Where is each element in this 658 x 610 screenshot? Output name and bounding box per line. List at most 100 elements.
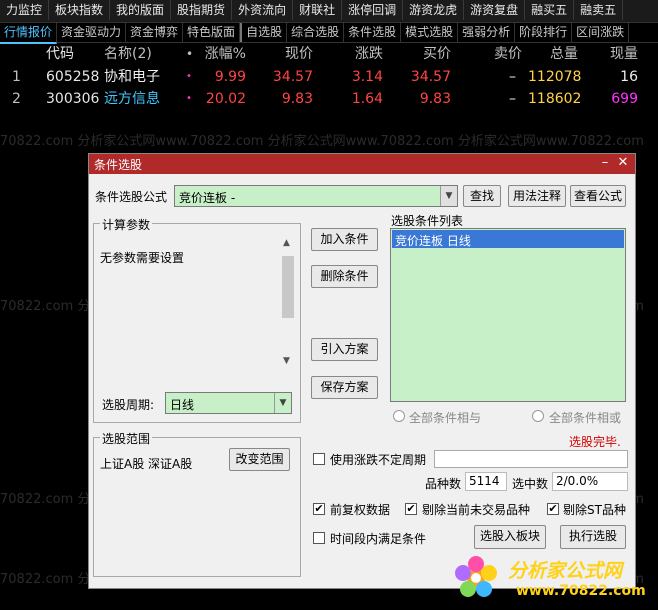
flag-dot: • [186, 71, 192, 82]
table-row[interactable]: 2 300306 远方信息 • 20.02 9.83 1.64 9.83 – 1… [0, 88, 658, 110]
toolbar-btn[interactable]: 股指期货 [171, 0, 233, 20]
usage-notes-button[interactable]: 用法注释 [508, 185, 566, 207]
uncertain-period-checkbox[interactable] [313, 453, 325, 465]
minimize-icon[interactable]: – [597, 155, 613, 171]
exclude-st-label: 剔除ST品种 [563, 503, 626, 517]
col-price[interactable]: 现价 [258, 43, 313, 65]
top-toolbar: 力监控 板块指数 我的版面 股指期货 外资流向 财联社 涨停回调 游资龙虎 游资… [0, 0, 658, 23]
current-volume: 16 [620, 69, 638, 85]
add-condition-button[interactable]: 加入条件 [311, 228, 378, 251]
price: 9.83 [281, 91, 313, 107]
toolbar-btn[interactable]: 游资龙虎 [403, 0, 465, 20]
list-item[interactable]: 竞价连板 日线 [392, 230, 624, 248]
count-label: 品种数 [425, 477, 462, 491]
toolbar-btn[interactable]: 游资复盘 [464, 0, 526, 20]
dialog-title: 条件选股 [94, 158, 143, 172]
range-text: 上证A股 深证A股 [100, 457, 193, 471]
fuquan-checkbox[interactable]: ✔ [313, 503, 325, 515]
delete-condition-button[interactable]: 删除条件 [311, 265, 378, 288]
period-select[interactable]: 日线 ▼ [165, 392, 292, 414]
toolbar-btn[interactable]: 我的版面 [110, 0, 172, 20]
row-number: 2 [12, 91, 21, 107]
change-range-button[interactable]: 改变范围 [229, 448, 290, 471]
period-label: 选股周期: [102, 398, 155, 412]
tab-capital-game[interactable]: 资金博弈 [126, 23, 184, 42]
pct-change: 9.99 [214, 69, 246, 85]
count-value: 5114 [469, 474, 500, 488]
col-name[interactable]: 名称(2) [104, 43, 184, 65]
view-formula-button[interactable]: 查看公式 [570, 185, 626, 207]
condition-select-dialog: 条件选股 – ✕ 条件选股公式 竞价连板 - ▼ 查找 用法注释 查看公式 计算… [88, 153, 636, 589]
formula-select[interactable]: 竞价连板 - ▼ [174, 185, 458, 207]
toolbar-btn[interactable]: 外资流向 [232, 0, 294, 20]
toolbar-btn[interactable]: 板块指数 [49, 0, 111, 20]
scroll-down-icon[interactable]: ▼ [283, 356, 290, 366]
scroll-thumb[interactable] [282, 256, 294, 318]
volume: 118602 [528, 91, 582, 107]
time-cond-checkbox[interactable] [313, 532, 325, 544]
toolbar-btn[interactable]: 财联社 [293, 0, 343, 20]
radio-and[interactable] [393, 410, 405, 422]
tab-quotes[interactable]: 行情报价 [0, 23, 58, 44]
exclude-st-checkbox[interactable]: ✔ [547, 503, 559, 515]
tab-feature-layout[interactable]: 特色版面 [183, 23, 241, 42]
tab-capital-drive[interactable]: 资金驱动力 [57, 23, 127, 42]
chevron-down-icon[interactable]: ▼ [440, 186, 457, 206]
params-scrollbar[interactable]: ▲ ▼ [280, 238, 296, 368]
col-sell[interactable]: 卖价 [472, 43, 522, 65]
col-buy[interactable]: 买价 [398, 43, 451, 65]
logo-brand: 分析家公式网 [508, 560, 623, 582]
tab-range-change[interactable]: 区间涨跌 [572, 23, 630, 42]
toolbar-btn[interactable]: 融卖五 [574, 0, 624, 20]
col-code[interactable]: 代码 [46, 43, 94, 65]
save-plan-button[interactable]: 保存方案 [311, 376, 378, 399]
tab-stage-rank[interactable]: 阶段排行 [515, 23, 573, 42]
col-dot: • [186, 47, 194, 61]
params-title: 计算参数 [100, 216, 153, 233]
tab-condition-select[interactable]: 条件选股 [344, 23, 402, 42]
close-icon[interactable]: ✕ [615, 155, 631, 171]
formula-label: 条件选股公式 [95, 190, 168, 204]
selected-value: 2/0.0% [556, 474, 599, 488]
uncertain-period-label: 使用涨跌不定周期 [330, 453, 427, 467]
bid-price: 34.57 [410, 69, 451, 85]
chevron-down-icon[interactable]: ▼ [274, 393, 291, 413]
col-chg[interactable]: 涨跌 [327, 43, 383, 65]
watermark-text: 70822.com 分析家公式网www.70822.com 分析家公式网www.… [0, 134, 644, 149]
cond-list-title: 选股条件列表 [391, 214, 464, 228]
execute-select-button[interactable]: 执行选股 [560, 525, 626, 549]
selected-box: 2/0.0% [552, 472, 628, 491]
change: 3.14 [351, 69, 383, 85]
col-vol[interactable]: 总量 [528, 43, 578, 65]
count-box: 5114 [465, 472, 507, 491]
volume: 112078 [528, 69, 582, 85]
scroll-up-icon[interactable]: ▲ [283, 238, 290, 248]
tab-combined-select[interactable]: 综合选股 [287, 23, 345, 42]
find-button[interactable]: 查找 [463, 185, 501, 207]
exclude-untraded-checkbox[interactable]: ✔ [405, 503, 417, 515]
condition-list[interactable]: 竞价连板 日线 [390, 228, 626, 402]
col-cur[interactable]: 现量 [602, 43, 638, 65]
current-volume: 699 [611, 91, 638, 107]
flag-dot: • [186, 93, 192, 104]
add-to-block-button[interactable]: 选股入板块 [474, 525, 546, 549]
table-row[interactable]: 1 605258 协和电子 • 9.99 34.57 3.14 34.57 – … [0, 66, 658, 88]
tab-strength-analysis[interactable]: 强弱分析 [458, 23, 516, 42]
condition-item-label: 竞价连板 日线 [395, 234, 471, 248]
import-plan-button[interactable]: 引入方案 [311, 338, 378, 361]
stock-name: 远方信息 [104, 91, 160, 107]
period-input[interactable] [434, 450, 628, 468]
dialog-titlebar[interactable]: 条件选股 – ✕ [89, 154, 635, 174]
params-text: 无参数需要设置 [100, 251, 185, 265]
radio-and-label: 全部条件相与 [409, 411, 482, 425]
col-pct[interactable]: 涨幅% [196, 43, 246, 65]
toolbar-btn[interactable]: 融买五 [525, 0, 575, 20]
ask-price: – [509, 69, 516, 85]
tab-watchlist[interactable]: 自选股 [240, 23, 288, 42]
status-text: 选股完毕. [569, 435, 621, 449]
radio-or[interactable] [532, 410, 544, 422]
toolbar-btn[interactable]: 力监控 [0, 0, 50, 20]
view-tabs: 行情报价 资金驱动力 资金博弈 特色版面 自选股 综合选股 条件选股 模式选股 … [0, 23, 658, 44]
toolbar-btn[interactable]: 涨停回调 [342, 0, 404, 20]
tab-pattern-select[interactable]: 模式选股 [401, 23, 459, 42]
